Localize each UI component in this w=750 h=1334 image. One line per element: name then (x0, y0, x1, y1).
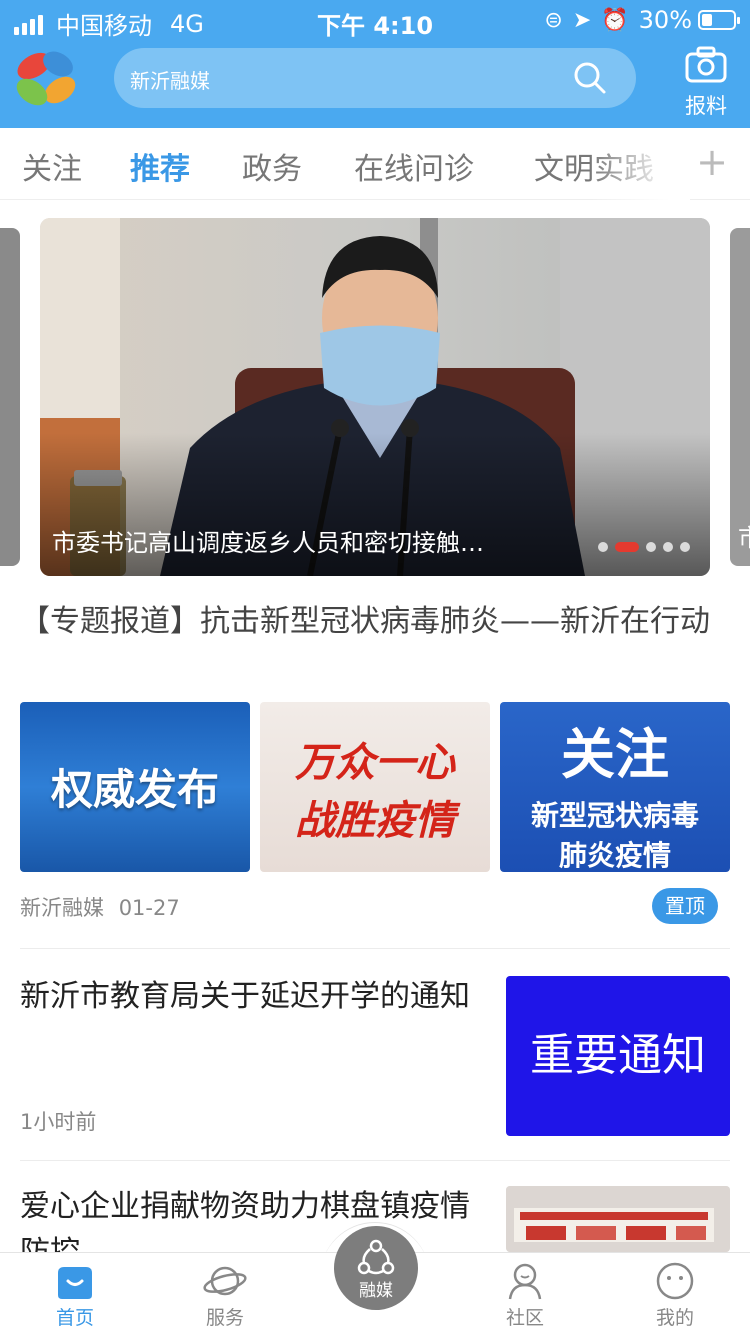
carousel-dot[interactable] (598, 542, 608, 552)
divider (20, 948, 730, 949)
alarm-icon: ⏰ (601, 7, 629, 33)
tab-government[interactable]: 政务 (242, 144, 302, 188)
lock-rotation-icon: ⊜ (544, 7, 563, 33)
feature-image-2[interactable]: 万众一心 战胜疫情 (260, 702, 490, 872)
carousel-dot[interactable] (615, 542, 639, 552)
channel-tabs: 关注 推荐 政务 在线问诊 文明实践 + (0, 128, 750, 200)
nav-media-button[interactable]: 融媒 (334, 1226, 418, 1310)
banner-caption: 市委书记高山调度返乡人员和密切接触… (52, 529, 484, 557)
carousel-dots (591, 542, 690, 552)
nav-home[interactable]: 首页 (0, 1253, 150, 1334)
feature-image-2-line2: 战胜疫情 (295, 798, 455, 844)
home-icon (58, 1267, 92, 1299)
app-logo[interactable] (12, 46, 78, 112)
feature-source: 新沂融媒 (20, 896, 104, 920)
news-title-2[interactable]: 爱心企业捐献物资助力棋盘镇疫情防控 (20, 1184, 490, 1252)
feature-images[interactable]: 权威发布 万众一心 战胜疫情 关注 新型冠状病毒 肺炎疫情 (20, 702, 730, 872)
report-label: 报料 (685, 94, 727, 118)
nav-home-label: 首页 (55, 1307, 94, 1329)
feature-image-3-line1: 关注 (561, 723, 669, 786)
tab-follow[interactable]: 关注 (22, 144, 82, 188)
nav-mine[interactable]: 我的 (600, 1253, 750, 1334)
news-thumb-2[interactable] (506, 1186, 730, 1252)
news-title-1[interactable]: 新沂市教育局关于延迟开学的通知 (20, 974, 490, 1020)
nav-service[interactable]: 服务 (150, 1253, 300, 1334)
banner-prev-peek[interactable] (0, 228, 20, 566)
share-icon (357, 1239, 395, 1275)
banner-next-peek-text: 市 (738, 518, 750, 553)
battery-percent: 30% (638, 6, 692, 34)
camera-icon (685, 46, 727, 83)
nav-mine-label: 我的 (655, 1307, 694, 1329)
search-icon[interactable] (570, 58, 610, 98)
carousel-dot[interactable] (680, 542, 690, 552)
feature-image-1[interactable]: 权威发布 (20, 702, 250, 872)
tab-recommend[interactable]: 推荐 (130, 144, 190, 188)
feature-image-1-text: 权威发布 (50, 765, 219, 814)
feature-image-3-line3: 肺炎疫情 (558, 839, 671, 872)
tab-online-consult[interactable]: 在线问诊 (354, 144, 474, 188)
carousel-dot[interactable] (646, 542, 656, 552)
banner-next-peek[interactable]: 市 (730, 228, 750, 566)
search-placeholder: 新沂融媒 (130, 69, 210, 93)
report-button[interactable]: 报料 (680, 46, 732, 120)
smile-icon (656, 1262, 694, 1300)
news-thumb-2-image (506, 1186, 730, 1252)
nav-community-label: 社区 (505, 1307, 544, 1329)
news-time-1: 1小时前 (20, 1110, 97, 1134)
status-right: ⊜ ➤ ⏰ 30% (544, 6, 740, 34)
feature-image-2-line1: 万众一心 (295, 740, 455, 786)
tab-fade (590, 128, 690, 200)
search-bar[interactable]: 新沂融媒 (114, 48, 636, 108)
location-icon: ➤ (572, 7, 592, 33)
community-icon (508, 1263, 542, 1300)
feature-date: 01-27 (118, 896, 180, 920)
carousel-dot[interactable] (663, 542, 673, 552)
news-thumb-1[interactable]: 重要通知 (506, 976, 730, 1136)
banner-carousel[interactable]: 市委书记高山调度返乡人员和密切接触… (40, 218, 710, 576)
add-channel-button[interactable]: + (696, 140, 728, 184)
nav-community[interactable]: 社区 (450, 1253, 600, 1334)
status-bar: 中国移动 4G 下午 4:10 ⊜ ➤ ⏰ 30% (0, 0, 750, 40)
divider (20, 1160, 730, 1161)
planet-icon (203, 1266, 247, 1296)
nav-media-label: 融媒 (359, 1281, 393, 1301)
battery-icon (698, 10, 740, 30)
app-header: 中国移动 4G 下午 4:10 ⊜ ➤ ⏰ 30% 新沂融媒 报料 (0, 0, 750, 128)
feature-meta: 新沂融媒 01-27 (20, 892, 180, 922)
nav-service-label: 服务 (205, 1307, 244, 1329)
feature-title[interactable]: 【专题报道】抗击新型冠状病毒肺炎——新沂在行动 (20, 600, 730, 644)
feature-image-3-line2: 新型冠状病毒 (530, 799, 699, 832)
pinned-badge: 置顶 (652, 888, 718, 924)
feature-image-3[interactable]: 关注 新型冠状病毒 肺炎疫情 (500, 702, 730, 872)
